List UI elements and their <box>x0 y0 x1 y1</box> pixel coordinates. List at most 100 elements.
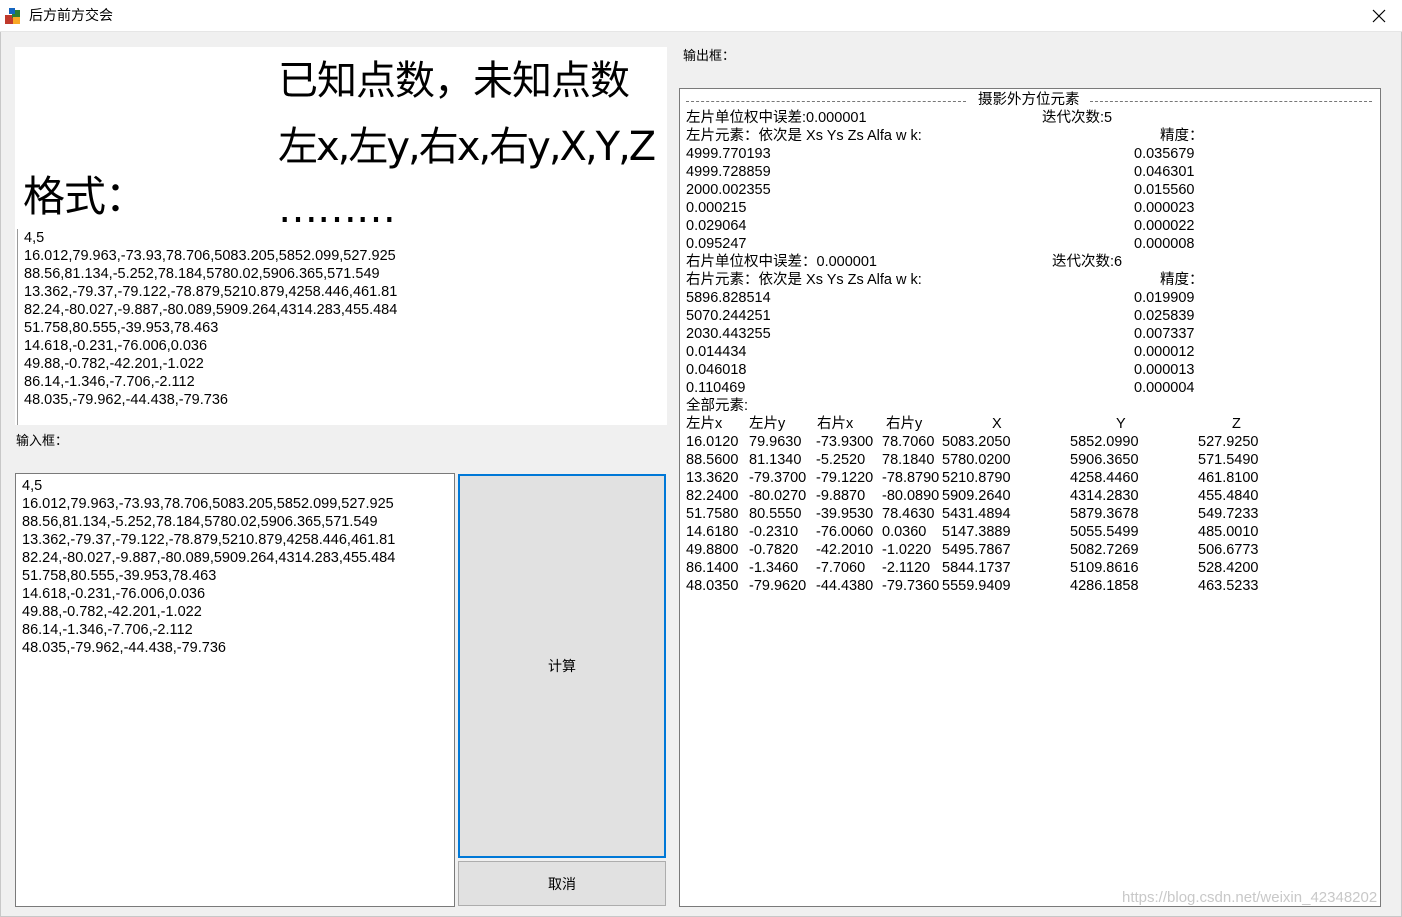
right-element-value: 5070.244251 <box>686 308 771 324</box>
right-element-precision: 0.000012 <box>1134 344 1195 360</box>
window-title: 后方前方交会 <box>29 8 113 24</box>
table-cell: 5844.1737 <box>942 560 1011 576</box>
output-label: 输出框： <box>683 49 736 64</box>
table-cell: 51.7580 <box>686 506 739 522</box>
left-element-value: 0.095247 <box>686 236 747 252</box>
watermark: https://blog.csdn.net/weixin_42348202 <box>1122 889 1378 906</box>
table-cell: -1.3460 <box>749 560 799 576</box>
cancel-button[interactable]: 取消 <box>458 861 666 906</box>
table-cell: 86.1400 <box>686 560 739 576</box>
table-cell: 461.8100 <box>1198 470 1259 486</box>
right-element-value: 0.046018 <box>686 362 747 378</box>
table-cell: 485.0010 <box>1198 524 1259 540</box>
table-cell: 571.5490 <box>1198 452 1259 468</box>
table-cell: -78.8790 <box>882 470 940 486</box>
table-cell: 49.8800 <box>686 542 739 558</box>
table-row: 49.8800 -0.7820 -42.2010 -1.0220 5495.7867 50… <box>686 541 1374 559</box>
table-cell: 5909.2640 <box>942 488 1011 504</box>
table-row: 86.1400 -1.3460 -7.7060 -2.1120 5844.1737 510… <box>686 559 1374 577</box>
right-element-precision: 0.025839 <box>1134 308 1195 324</box>
table-row: 14.6180 -0.2310 -76.0060 0.0360 5147.3889 505… <box>686 523 1374 541</box>
title-bar: 后方前方交会 <box>0 0 1402 32</box>
table-cell: 13.3620 <box>686 470 739 486</box>
right-element-row: 0.014434 0.000012 <box>686 343 1374 361</box>
table-header-cell: X <box>992 416 1002 432</box>
left-element-precision: 0.000022 <box>1134 218 1195 234</box>
table-cell: 506.6773 <box>1198 542 1259 558</box>
table-cell: 88.5600 <box>686 452 739 468</box>
table-cell: 5082.7269 <box>1070 542 1139 558</box>
table-cell: 14.6180 <box>686 524 739 540</box>
table-cell: 549.7233 <box>1198 506 1259 522</box>
right-element-precision: 0.000004 <box>1134 380 1195 396</box>
table-cell: -5.2520 <box>816 452 866 468</box>
table-header-cell: Z <box>1232 416 1241 432</box>
app-icon <box>5 8 20 24</box>
right-element-row: 0.046018 0.000013 <box>686 361 1374 379</box>
table-cell: -1.0220 <box>882 542 932 558</box>
table-cell: 79.9630 <box>749 434 802 450</box>
left-unit-error: 左片单位权中误差:0.000001 <box>686 110 867 126</box>
table-cell: -44.4380 <box>816 578 874 594</box>
table-row: 88.5600 81.1340 -5.2520 78.1840 5780.0200 590… <box>686 451 1374 469</box>
left-element-precision: 0.035679 <box>1134 146 1195 162</box>
table-cell: 5879.3678 <box>1070 506 1139 522</box>
table-row: 48.0350 -79.9620 -44.4380 -79.7360 5559.9409… <box>686 577 1374 595</box>
left-element-row: 0.095247 0.000008 <box>686 235 1374 253</box>
left-iteration-count: 迭代次数:5 <box>1042 110 1113 126</box>
table-cell: 16.0120 <box>686 434 739 450</box>
table-cell: -73.9300 <box>816 434 874 450</box>
left-element-row: 0.000215 0.000023 <box>686 199 1374 217</box>
right-iteration-count: 迭代次数:6 <box>1052 254 1123 270</box>
table-cell: 527.9250 <box>1198 434 1259 450</box>
table-header-cell: 右片y <box>886 416 923 432</box>
close-button[interactable] <box>1356 0 1402 32</box>
table-cell: 5109.8616 <box>1070 560 1139 576</box>
table-header-cell: 右片x <box>817 416 854 432</box>
right-element-row: 0.110469 0.000004 <box>686 379 1374 397</box>
calculate-button[interactable]: 计算 <box>458 474 666 858</box>
table-cell: 5906.3650 <box>1070 452 1139 468</box>
all-elements-label: 全部元素: <box>686 398 749 414</box>
table-cell: 5431.4894 <box>942 506 1011 522</box>
input-textarea[interactable] <box>15 473 455 907</box>
table-cell: 5083.2050 <box>942 434 1011 450</box>
left-element-row: 4999.728859 0.046301 <box>686 163 1374 181</box>
table-header-row: 左片x 左片y 右片x 右片y X Y Z <box>686 415 1374 433</box>
left-element-value: 0.000215 <box>686 200 747 216</box>
table-row: 16.0120 79.9630 -73.9300 78.7060 5083.2050 58… <box>686 433 1374 451</box>
table-cell: 0.0360 <box>882 524 927 540</box>
left-element-row: 0.029064 0.000022 <box>686 217 1374 235</box>
table-cell: 5147.3889 <box>942 524 1011 540</box>
table-cell: 5559.9409 <box>942 578 1011 594</box>
left-element-row: 4999.770193 0.035679 <box>686 145 1374 163</box>
left-element-precision: 0.000008 <box>1134 236 1195 252</box>
right-element-precision: 0.000013 <box>1134 362 1195 378</box>
table-cell: 5210.8790 <box>942 470 1011 486</box>
table-cell: -79.3700 <box>749 470 807 486</box>
right-element-value: 5896.828514 <box>686 290 771 306</box>
table-cell: 5055.5499 <box>1070 524 1139 540</box>
table-header-cell: Y <box>1116 416 1126 432</box>
table-cell: 80.5550 <box>749 506 802 522</box>
table-cell: 78.7060 <box>882 434 935 450</box>
table-cell: -79.7360 <box>882 578 940 594</box>
format-sample: 4,5 16.012,79.963,-73.93,78.706,5083.205… <box>17 229 657 425</box>
table-cell: -42.2010 <box>816 542 874 558</box>
table-cell: 78.1840 <box>882 452 935 468</box>
table-header-cell: 左片y <box>749 416 786 432</box>
table-row: 82.2400 -80.0270 -9.8870 -80.0890 5909.2640 4… <box>686 487 1374 505</box>
table-cell: 4286.1858 <box>1070 578 1139 594</box>
table-cell: 4314.2830 <box>1070 488 1139 504</box>
table-cell: 5495.7867 <box>942 542 1011 558</box>
format-line-2: 左x,左y,右x,右y,X,Y,Z <box>278 124 656 170</box>
output-textarea[interactable]: 摄影外方位元素 左片单位权中误差:0.000001 迭代次数:5 左片元素：依次… <box>679 88 1381 907</box>
table-row: 51.7580 80.5550 -39.9530 78.4630 5431.4894 58… <box>686 505 1374 523</box>
table-cell: -79.1220 <box>816 470 874 486</box>
right-element-row: 5896.828514 0.019909 <box>686 289 1374 307</box>
table-cell: 81.1340 <box>749 452 802 468</box>
table-cell: -0.7820 <box>749 542 799 558</box>
left-element-value: 4999.770193 <box>686 146 771 162</box>
table-cell: 528.4200 <box>1198 560 1259 576</box>
left-element-value: 4999.728859 <box>686 164 771 180</box>
